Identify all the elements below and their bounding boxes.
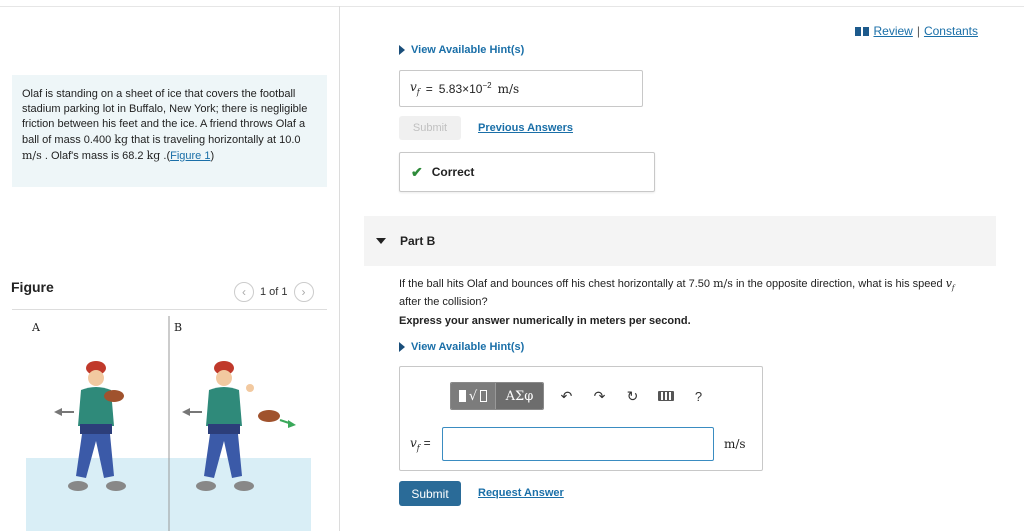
figure-pager: ‹ 1 of 1 › xyxy=(234,282,314,302)
undo-icon[interactable]: ↶ xyxy=(550,382,583,410)
part-a-answer-display: vf = 5.83×10−2 m/s xyxy=(399,70,643,107)
answer-variable: vf xyxy=(410,80,420,97)
math-toolbar: √ ΑΣφ ↶ ↷ ↻ ? xyxy=(450,382,715,410)
templates-button[interactable]: √ xyxy=(451,383,495,409)
review-constants-links: Review | Constants xyxy=(855,24,978,38)
part-a-submit-button[interactable]: Submit xyxy=(399,116,461,140)
hint-label: View Available Hint(s) xyxy=(411,44,525,56)
correct-label: Correct xyxy=(431,165,475,179)
chevron-right-icon: › xyxy=(301,285,306,299)
constants-link[interactable]: Constants xyxy=(924,24,978,38)
correct-feedback: ✔ Correct xyxy=(399,152,655,192)
part-b-header[interactable]: Part B xyxy=(364,216,996,266)
part-b-question: If the ball hits Olaf and bounces off hi… xyxy=(399,277,955,309)
figure-page-count: 1 of 1 xyxy=(260,286,288,298)
figure-link[interactable]: Figure 1 xyxy=(170,150,210,162)
radical-icon: √ xyxy=(468,388,478,404)
book-icon xyxy=(855,26,870,36)
request-answer-link[interactable]: Request Answer xyxy=(478,487,564,499)
triangle-right-icon xyxy=(399,342,405,352)
divider xyxy=(12,309,327,310)
separator: | xyxy=(916,24,920,38)
next-figure-button[interactable]: › xyxy=(293,282,314,302)
previous-answers-link[interactable]: Previous Answers xyxy=(478,122,573,134)
answer-value: 5.83×10−2 xyxy=(438,81,492,96)
help-button[interactable]: ? xyxy=(682,382,715,410)
unit-kg: kg xyxy=(146,149,161,162)
panel-b-label: B xyxy=(174,321,182,334)
answer-row: vf = m/s xyxy=(410,427,746,461)
answer-unit: m/s xyxy=(497,81,520,96)
triangle-right-icon xyxy=(399,45,405,55)
answer-editor: √ ΑΣφ ↶ ↷ ↻ ? vf = m/s xyxy=(399,366,763,471)
figure-title: Figure xyxy=(11,279,54,295)
keyboard-icon[interactable] xyxy=(649,382,682,410)
review-link[interactable]: Review xyxy=(873,24,912,38)
unit-ms: m/s xyxy=(22,149,42,162)
answer-input[interactable] xyxy=(442,427,714,461)
equals-sign: = xyxy=(425,81,433,96)
column-divider xyxy=(339,6,340,531)
unit-kg: kg xyxy=(114,133,129,146)
chevron-left-icon: ‹ xyxy=(242,285,246,299)
template-group: √ ΑΣφ xyxy=(450,382,544,410)
problem-statement: Olaf is standing on a sheet of ice that … xyxy=(12,75,327,187)
input-variable: vf = xyxy=(410,435,431,453)
part-b-instruction: Express your answer numerically in meter… xyxy=(399,315,691,327)
prev-figure-button[interactable]: ‹ xyxy=(234,282,254,302)
problem-text: . Olaf's mass is 68.2 xyxy=(41,150,147,162)
square-outline-icon xyxy=(480,390,488,402)
hint-label: View Available Hint(s) xyxy=(411,341,525,353)
triangle-down-icon xyxy=(376,238,386,244)
panel-a-label: A xyxy=(31,321,41,334)
checkmark-icon: ✔ xyxy=(411,163,423,180)
problem-text: .( xyxy=(160,150,171,162)
figure-illustration: A B xyxy=(26,316,311,531)
redo-icon[interactable]: ↷ xyxy=(583,382,616,410)
reset-icon[interactable]: ↻ xyxy=(616,382,649,410)
part-b-view-hints[interactable]: View Available Hint(s) xyxy=(399,341,524,353)
square-icon xyxy=(458,390,466,402)
input-unit: m/s xyxy=(724,437,746,451)
problem-text: that is traveling horizontally at 10.0 xyxy=(128,134,301,146)
part-b-submit-button[interactable]: Submit xyxy=(399,481,461,506)
greek-letters-button[interactable]: ΑΣφ xyxy=(495,383,543,409)
olaf-figure-svg: A B xyxy=(26,316,311,531)
top-border xyxy=(0,6,1024,7)
part-b-title: Part B xyxy=(400,234,436,248)
part-a-view-hints[interactable]: View Available Hint(s) xyxy=(399,44,524,56)
problem-text: ) xyxy=(210,150,215,162)
